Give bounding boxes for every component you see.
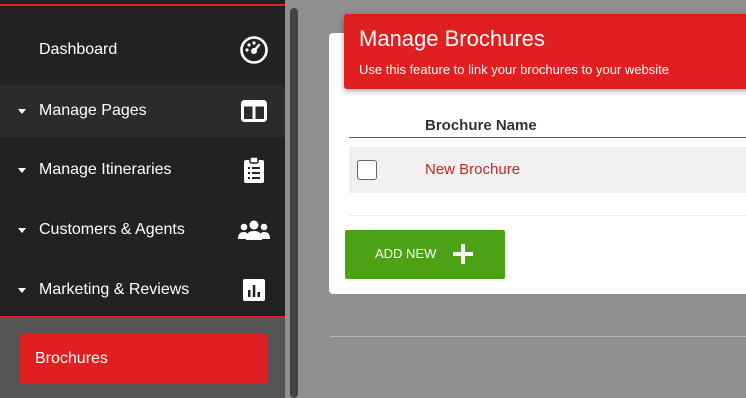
table-header-divider [349,137,746,138]
sidebar-item-label: Customers & Agents [39,221,185,238]
users-icon [238,214,270,246]
sidebar-scrollbar-thumb[interactable] [290,8,298,398]
sidebar-item-label: Marketing & Reviews [39,281,190,298]
add-new-button[interactable]: ADD NEW [345,230,505,279]
table-row: New Brochure [349,147,746,193]
column-header-brochure-name: Brochure Name [425,117,537,134]
card-header: Manage Brochures Use this feature to lin… [344,14,746,89]
bar-chart-icon [238,274,270,306]
plus-icon [453,244,473,264]
sidebar-item-customers-agents[interactable]: Customers & Agents [0,204,285,256]
layout-columns-icon [238,95,270,127]
table-bottom-divider [349,215,746,216]
sidebar-item-label: Manage Pages [39,102,147,119]
brochure-name-link[interactable]: New Brochure [425,161,520,178]
sidebar-item-dashboard[interactable]: Dashboard [0,24,285,76]
sidebar-item-label: Manage Itineraries [39,161,172,178]
caret-down-icon [18,168,26,173]
sidebar-item-manage-itineraries[interactable]: Manage Itineraries [0,144,285,196]
sidebar-subitem-brochures[interactable]: Brochures [20,334,268,384]
caret-down-icon [18,228,26,233]
sidebar-item-label: Dashboard [39,41,118,58]
sidebar-item-marketing-reviews[interactable]: Marketing & Reviews [0,264,285,316]
caret-down-icon [18,109,26,114]
sidebar-subitem-label: Brochures [35,350,108,367]
page-subtitle: Use this feature to link your brochures … [359,62,669,77]
sidebar-item-manage-pages[interactable]: Manage Pages [0,85,285,137]
caret-down-icon [18,288,26,293]
add-new-label: ADD NEW [375,246,437,261]
row-checkbox[interactable] [357,160,377,180]
page-title: Manage Brochures [359,26,545,51]
sidebar: Dashboard Manage Pages Manage Itinerarie… [0,0,285,398]
dashboard-icon [238,34,270,66]
content-divider [330,336,746,337]
clipboard-list-icon [238,154,270,186]
sidebar-top-accent-line [0,4,285,6]
